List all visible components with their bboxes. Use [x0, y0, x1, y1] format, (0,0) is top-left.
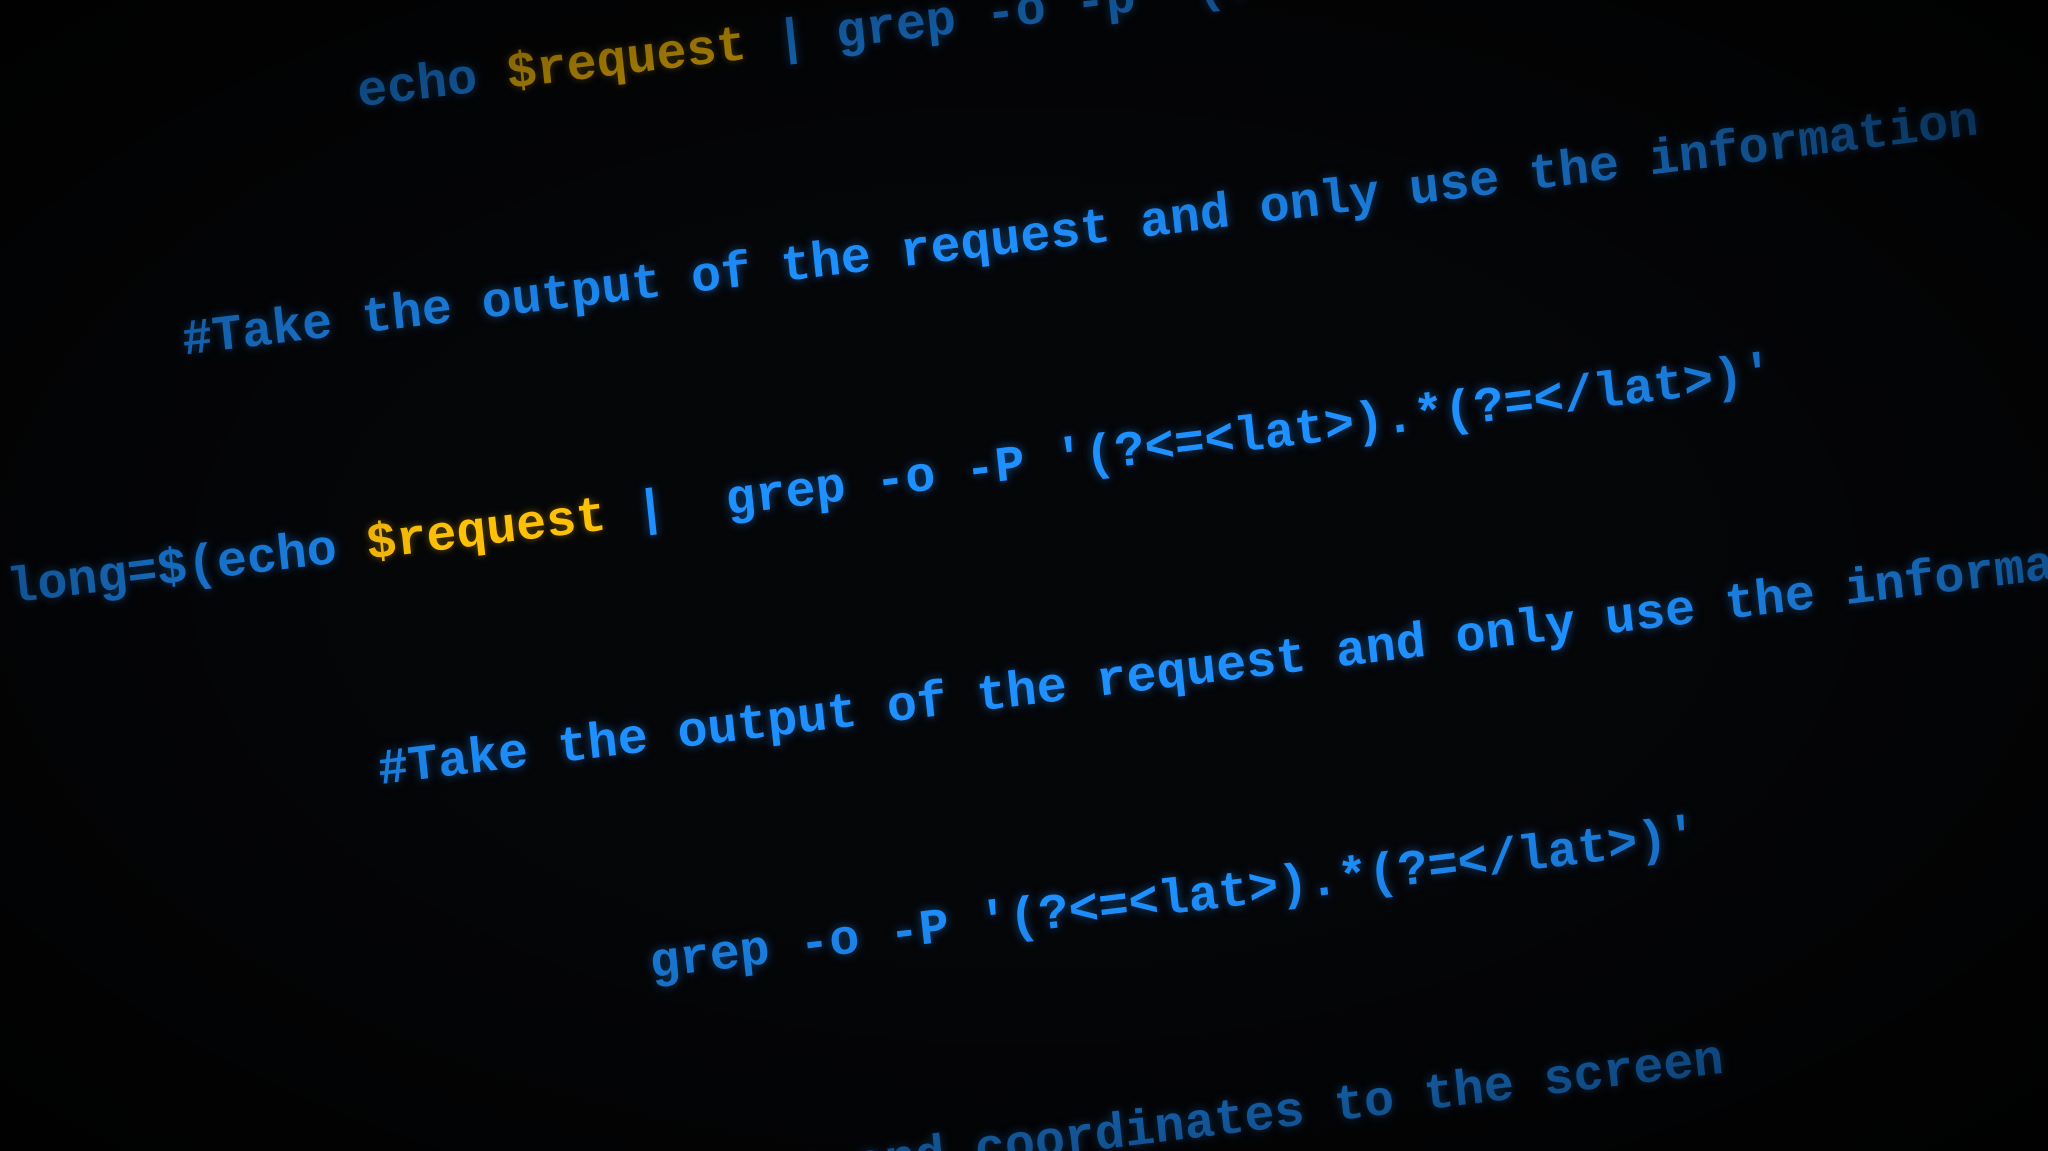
code-token: $request [504, 18, 749, 104]
code-token: long=$(echo [5, 518, 370, 619]
code-display: echo $request | grep -o -p '(?<= #Take t… [0, 0, 2048, 1151]
code-token: echo [355, 47, 511, 122]
code-token: $request [364, 489, 609, 575]
code-token: grep -o -P '(?<=<lat>).*(?=</lat>)' [647, 808, 1700, 993]
terminal-background: echo $request | grep -o -p '(?<= #Take t… [0, 0, 2048, 1151]
